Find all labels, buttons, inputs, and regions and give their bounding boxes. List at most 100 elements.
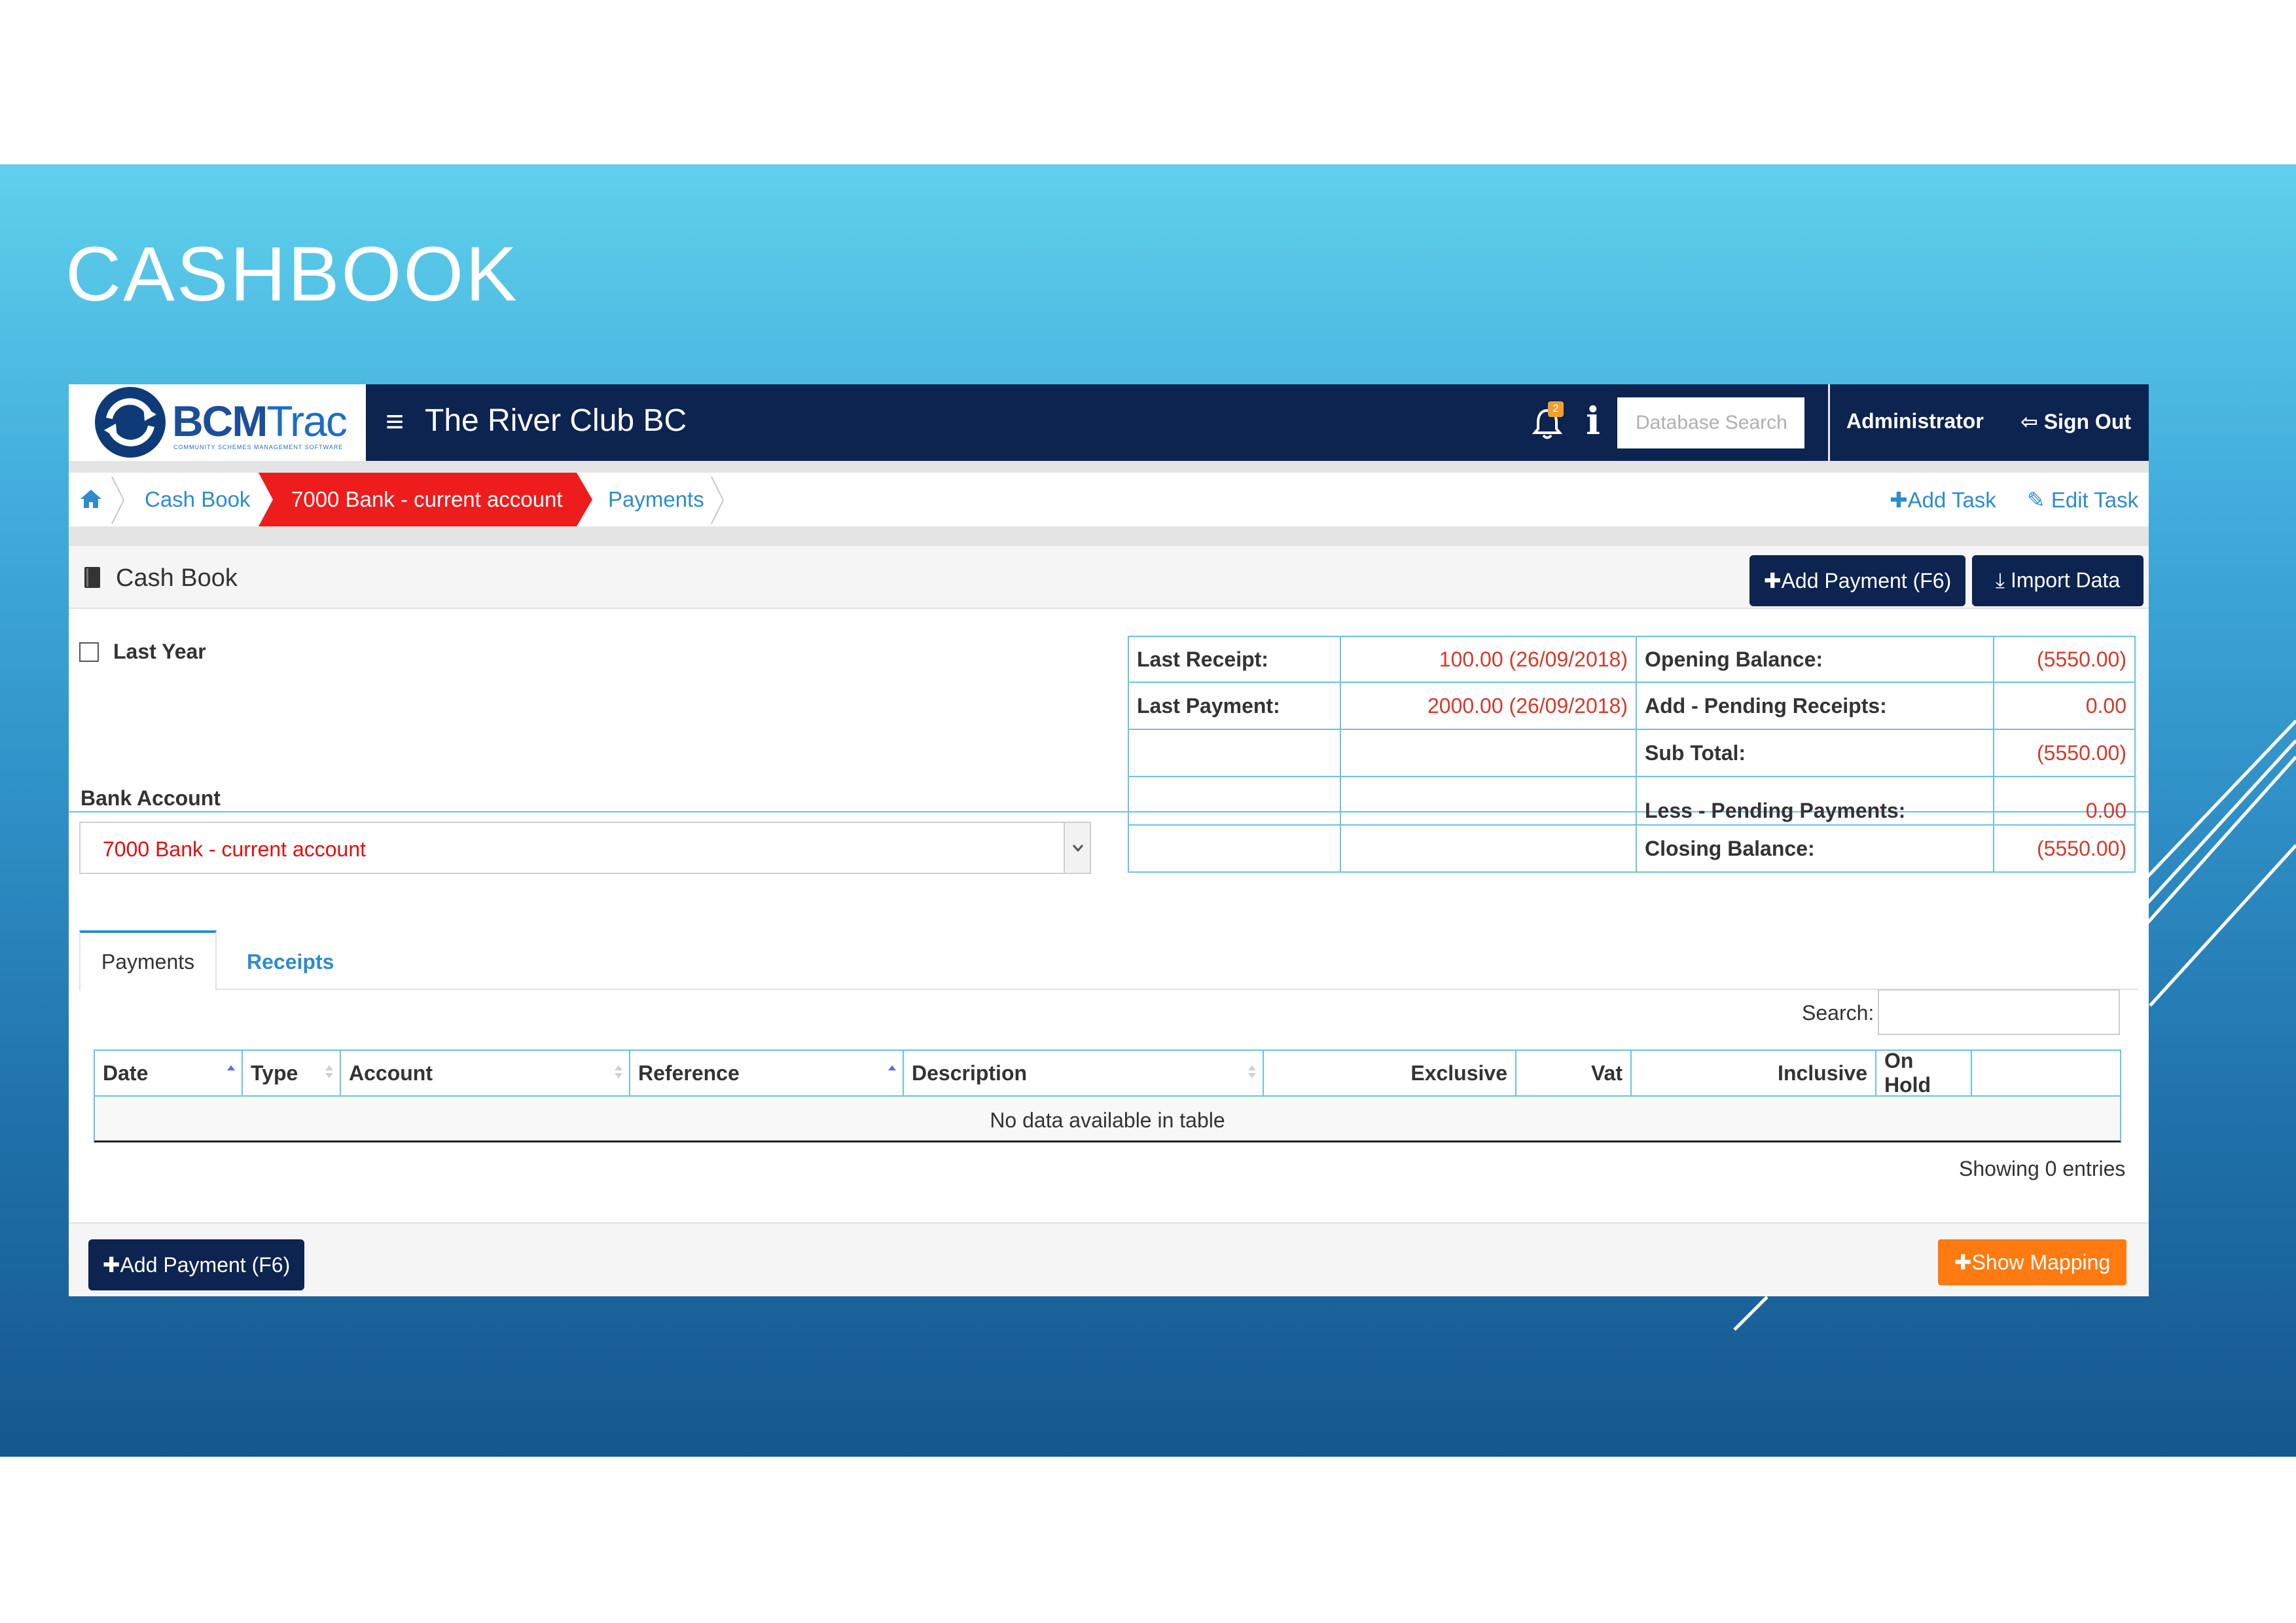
sign-out-link[interactable]: ⇦ Sign Out [2020, 409, 2131, 434]
summary-left-label: Last Receipt: [1128, 636, 1341, 683]
table-header: Date Type Account Reference Description … [94, 1049, 2121, 1097]
logo-arrows-icon [104, 398, 156, 447]
panel-header: Cash Book ✚Add Payment (F6) ⤓ Import Dat… [69, 546, 2149, 609]
breadcrumb: Cash Book 7000 Bank - current account Pa… [69, 473, 2149, 526]
summary-right-value: (5550.00) [1993, 824, 2136, 873]
table-search-input[interactable] [1878, 989, 2120, 1035]
summary-right-label: Less - Pending Payments: [1636, 776, 1994, 826]
add-payment-button[interactable]: ✚Add Payment (F6) [1749, 555, 1965, 606]
breadcrumb-separator-icon [111, 476, 125, 524]
table-search-label: Search: [1802, 1001, 1874, 1025]
show-mapping-label: Show Mapping [1971, 1250, 2111, 1274]
top-navbar: BCMTrac COMMUNITY SCHEMES MANAGEMENT SOF… [69, 384, 2149, 461]
summary-right-value: 0.00 [1993, 776, 2136, 826]
breadcrumb-payments[interactable]: Payments [608, 487, 704, 512]
summary-right-value: (5550.00) [1993, 636, 2136, 683]
home-icon[interactable] [79, 487, 103, 511]
plus-icon: ✚ [1763, 569, 1782, 593]
slide-background: CASHBOOK BCMTrac COMMUNITY SCHEMES MANAG… [0, 164, 2296, 1457]
edit-task-link[interactable]: ✎ Edit Task [2027, 487, 2138, 513]
bank-account-label: Bank Account [81, 786, 221, 810]
column-account-label: Account [349, 1061, 433, 1085]
column-inclusive[interactable]: Inclusive [1632, 1051, 1876, 1095]
import-data-button[interactable]: ⤓ Import Data [1972, 555, 2144, 606]
add-task-label: Add Task [1907, 488, 1996, 512]
app-name: The River Club BC [425, 403, 687, 438]
add-payment-label: Add Payment (F6) [1781, 569, 1952, 593]
column-date-label: Date [103, 1061, 149, 1085]
tab-receipts[interactable]: Receipts [247, 950, 334, 974]
database-search-input[interactable] [1617, 397, 1804, 448]
summary-right-label: Opening Balance: [1636, 636, 1994, 683]
sort-icon [1248, 1065, 1256, 1078]
bank-account-value: 7000 Bank - current account [103, 837, 367, 861]
column-account[interactable]: Account [341, 1051, 630, 1095]
sort-icon [615, 1065, 622, 1078]
balance-summary: Last Receipt: 100.00 (26/09/2018) Openin… [1128, 636, 2136, 873]
column-description-label: Description [912, 1061, 1028, 1085]
last-year-label: Last Year [113, 640, 206, 663]
table-row: No data available in table [94, 1095, 2121, 1142]
summary-left-label [1128, 776, 1341, 826]
summary-left-label [1128, 729, 1341, 777]
logo-tagline: COMMUNITY SCHEMES MANAGEMENT SOFTWARE [173, 444, 344, 450]
last-year-checkbox[interactable] [79, 642, 99, 662]
summary-left-value: 100.00 (26/09/2018) [1340, 636, 1637, 683]
edit-icon: ✎ [2027, 488, 2045, 512]
summary-right-value: (5550.00) [1993, 729, 2136, 777]
summary-right-label: Sub Total: [1636, 729, 1994, 777]
summary-right-label: Closing Balance: [1636, 824, 1994, 873]
column-description[interactable]: Description [904, 1051, 1264, 1095]
bank-account-select[interactable]: 7000 Bank - current account [79, 822, 1091, 874]
logo-wordmark: BCMTrac [172, 396, 348, 446]
panel-title: Cash Book [116, 564, 238, 592]
column-exclusive[interactable]: Exclusive [1264, 1051, 1516, 1095]
plus-icon: ✚ [1890, 488, 1908, 512]
summary-right-value: 0.00 [1993, 682, 2136, 730]
summary-left-label: Last Payment: [1128, 682, 1341, 730]
tabs-underline [79, 989, 2138, 990]
column-vat[interactable]: Vat [1516, 1051, 1632, 1095]
logo[interactable]: BCMTrac COMMUNITY SCHEMES MANAGEMENT SOF… [69, 384, 366, 461]
logo-bcm: BCM [172, 397, 268, 445]
tab-payments[interactable]: Payments [79, 930, 217, 991]
select-toggle[interactable] [1064, 823, 1090, 873]
summary-right-label: Add - Pending Receipts: [1636, 682, 1994, 730]
import-icon: ⤓ [1995, 568, 2005, 592]
tab-payments-label: Payments [101, 950, 195, 974]
column-type[interactable]: Type [243, 1051, 341, 1095]
column-reference-label: Reference [638, 1061, 740, 1085]
column-on-hold[interactable]: On Hold [1876, 1049, 1972, 1097]
add-task-link[interactable]: ✚Add Task [1890, 487, 1996, 513]
column-date[interactable]: Date [95, 1051, 243, 1095]
sort-asc-icon [888, 1065, 896, 1070]
edit-task-label: Edit Task [2051, 488, 2139, 512]
panel-footer: ✚Add Payment (F6) ✚Show Mapping [69, 1222, 2149, 1296]
column-type-label: Type [251, 1061, 298, 1085]
breadcrumb-cash-book[interactable]: Cash Book [145, 487, 250, 512]
column-reference[interactable]: Reference [630, 1051, 904, 1095]
navbar-divider [1828, 384, 1830, 461]
breadcrumb-bank-account[interactable]: 7000 Bank - current account [291, 487, 563, 512]
sort-asc-icon [227, 1065, 235, 1070]
summary-left-value: 2000.00 (26/09/2018) [1340, 682, 1637, 730]
empty-table-message: No data available in table [990, 1108, 1225, 1132]
notification-badge: 2 [1548, 401, 1564, 417]
summary-left-value [1340, 824, 1637, 873]
user-menu[interactable]: Administrator [1846, 409, 1984, 433]
hamburger-menu-icon[interactable]: ≡ [386, 404, 404, 440]
sort-icon [325, 1065, 333, 1078]
summary-left-label [1128, 824, 1341, 873]
add-payment-button-bottom[interactable]: ✚Add Payment (F6) [88, 1239, 304, 1290]
info-icon[interactable]: i [1586, 399, 1600, 443]
breadcrumb-top-separator [69, 461, 2149, 473]
breadcrumb-separator-icon [711, 476, 725, 524]
column-actions [1972, 1051, 2120, 1095]
payments-table: Date Type Account Reference Description … [94, 1049, 2121, 1142]
show-mapping-button[interactable]: ✚Show Mapping [1938, 1239, 2126, 1285]
sign-out-icon: ⇦ [2020, 410, 2038, 433]
summary-left-value [1340, 776, 1637, 826]
import-data-label: Import Data [2010, 568, 2121, 592]
book-icon [84, 567, 100, 588]
breadcrumb-bottom-separator [69, 526, 2149, 546]
